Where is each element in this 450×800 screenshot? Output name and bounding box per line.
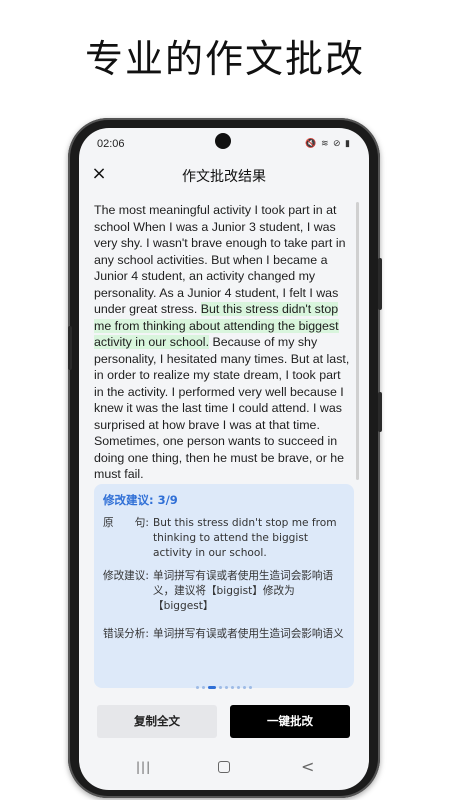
phone-screen: 02:06 🔇 ≋ ⊘ ▮ × 作文批改结果 The most meaningf… — [79, 128, 369, 790]
phone-power-button — [378, 392, 382, 432]
copy-all-button[interactable]: 复制全文 — [97, 705, 217, 738]
advice-label: 修改建议: — [103, 570, 149, 582]
essay-text: The most meaningful activity I took part… — [94, 202, 352, 478]
page-title: 作文批改结果 — [182, 169, 266, 185]
status-icons: 🔇 ≋ ⊘ ▮ — [305, 138, 351, 148]
app-bar: × 作文批改结果 — [79, 158, 369, 192]
pager-dot[interactable] — [237, 686, 240, 689]
essay-text-after: Because of my shy personality, I hesitat… — [94, 335, 350, 478]
pager-dot[interactable] — [202, 686, 205, 689]
essay-text-before: The most meaningful activity I took part… — [94, 203, 346, 316]
advice-row: 修改建议: 单词拼写有误或者使用生造词会影响语义，建议将【biggist】修改为… — [103, 569, 349, 614]
analysis-label: 错误分析: — [103, 628, 149, 640]
original-sentence-row: 原 句: But this stress didn't stop me from… — [103, 516, 349, 561]
status-time: 02:06 — [97, 138, 125, 150]
phone-volume-button — [378, 258, 382, 310]
recent-apps-icon[interactable]: ||| — [136, 760, 151, 774]
back-icon[interactable]: < — [301, 757, 314, 776]
system-nav-bar: ||| < — [79, 756, 369, 780]
pager-dot[interactable] — [196, 686, 199, 689]
analysis-text: 单词拼写有误或者使用生造词会影响语义 — [153, 628, 344, 640]
original-text: But this stress didn't stop me from thin… — [153, 517, 337, 559]
pager-dots[interactable] — [94, 677, 354, 689]
pager-dot[interactable] — [225, 686, 228, 689]
analysis-row: 错误分析: 单词拼写有误或者使用生造词会影响语义 — [103, 627, 349, 657]
promo-headline: 专业的作文批改 — [84, 37, 365, 81]
pager-dot[interactable] — [231, 686, 234, 689]
one-click-correct-button[interactable]: 一键批改 — [230, 705, 350, 738]
essay-scrollbar[interactable] — [356, 202, 359, 480]
pager-dot[interactable] — [249, 686, 252, 689]
pager-dot[interactable] — [219, 686, 222, 689]
original-label: 原 句: — [103, 517, 149, 529]
home-icon[interactable] — [218, 761, 230, 773]
suggestion-title: 修改建议: 3/9 — [103, 493, 178, 507]
status-bar: 02:06 🔇 ≋ ⊘ ▮ — [79, 128, 369, 158]
pager-dot[interactable] — [243, 686, 246, 689]
front-camera — [215, 133, 231, 149]
advice-text: 单词拼写有误或者使用生造词会影响语义，建议将【biggist】修改为【bigge… — [153, 570, 334, 612]
phone-left-button — [68, 326, 72, 370]
suggestion-card[interactable]: 修改建议: 3/9 原 句: But this stress didn't st… — [94, 484, 354, 689]
pager-dot[interactable] — [208, 686, 216, 689]
